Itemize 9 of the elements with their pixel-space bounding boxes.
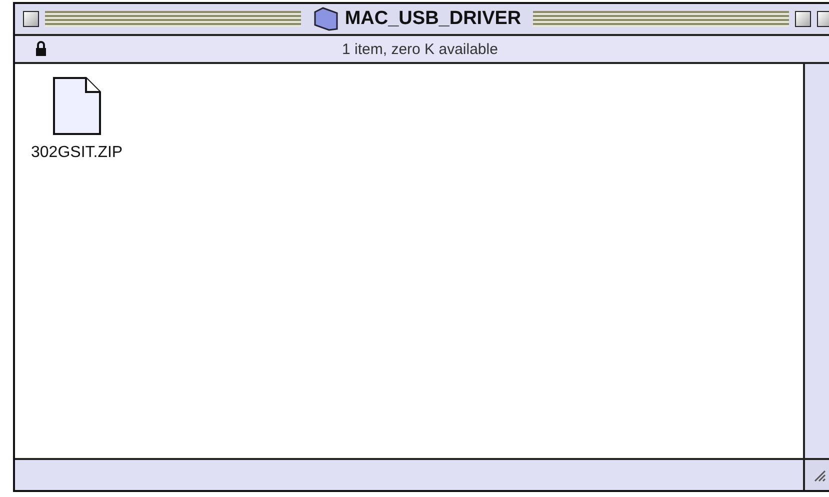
status-text: 1 item, zero K available (341, 40, 499, 58)
folder-icon (312, 7, 339, 31)
window-title: MAC_USB_DRIVER (344, 8, 522, 30)
zoom-box[interactable] (795, 11, 811, 27)
file-name[interactable]: 302GSIT.ZIP (31, 144, 123, 162)
collapse-box[interactable] (817, 11, 829, 27)
close-box[interactable] (23, 11, 39, 27)
vertical-scrollbar[interactable] (805, 64, 829, 458)
horizontal-scrollbar[interactable] (15, 460, 805, 490)
